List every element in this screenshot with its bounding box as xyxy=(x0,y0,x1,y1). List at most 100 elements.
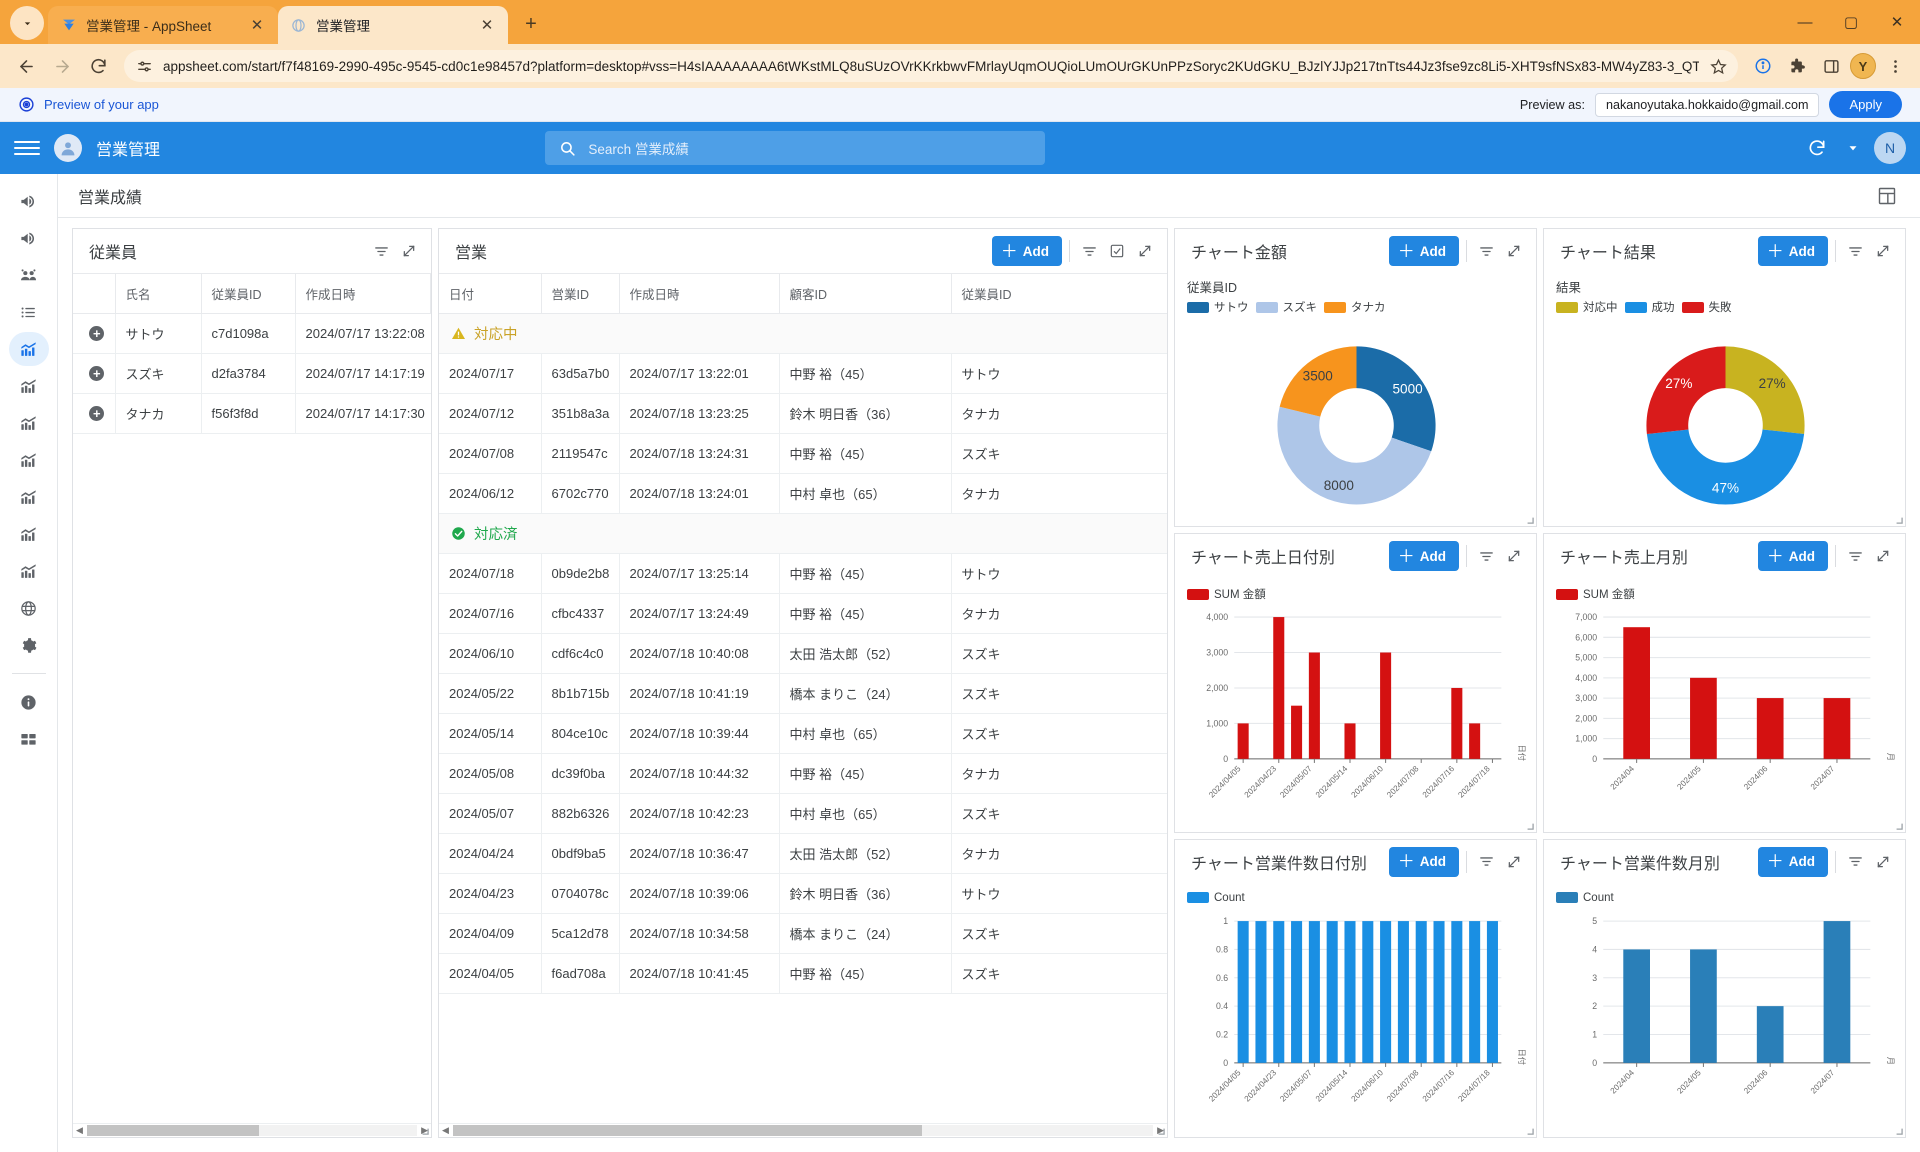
bar[interactable] xyxy=(1824,921,1851,1063)
table-row[interactable]: 2024/05/228b1b715b2024/07/18 10:41:19橋本 … xyxy=(439,674,1167,714)
rail-item-megaphone-icon[interactable] xyxy=(9,221,49,255)
rail-item-globe-icon[interactable] xyxy=(9,591,49,625)
rail-item-chart-icon[interactable] xyxy=(9,443,49,477)
table-row[interactable]: 2024/07/082119547c2024/07/18 13:24:31中野 … xyxy=(439,434,1167,474)
expand-icon[interactable] xyxy=(1133,239,1157,263)
chart-plot[interactable]: 00.20.40.60.812024/04/052024/04/232024/0… xyxy=(1187,906,1526,1131)
bar[interactable] xyxy=(1344,724,1355,759)
bar[interactable] xyxy=(1451,921,1462,1063)
chart-plot[interactable]: 01,0002,0003,0004,0005,0006,0007,0002024… xyxy=(1556,604,1895,825)
rail-item-list-icon[interactable] xyxy=(9,295,49,329)
bar[interactable] xyxy=(1238,921,1249,1063)
scroll-track[interactable] xyxy=(453,1125,1153,1136)
info-circle-icon[interactable] xyxy=(1748,51,1778,81)
expand-icon[interactable] xyxy=(1502,544,1526,568)
legend-item[interactable]: SUM 金額 xyxy=(1187,586,1266,602)
expand-icon[interactable] xyxy=(1502,850,1526,874)
apply-button[interactable]: Apply xyxy=(1829,91,1902,118)
legend-item[interactable]: スズキ xyxy=(1256,299,1318,315)
chart-plot[interactable]: 27%47%27% xyxy=(1556,317,1895,520)
scroll-track[interactable] xyxy=(87,1125,417,1136)
resize-handle[interactable] xyxy=(1892,513,1903,524)
rail-item-info-icon[interactable] xyxy=(9,685,49,719)
search-input[interactable]: Search 営業成績 xyxy=(545,131,1045,165)
legend-item[interactable]: SUM 金額 xyxy=(1556,586,1635,602)
table-row[interactable]: 2024/07/16cfbc43372024/07/17 13:24:49中野 … xyxy=(439,594,1167,634)
legend-item[interactable]: 対応中 xyxy=(1556,299,1618,315)
browser-tab-1[interactable]: 営業管理 - AppSheet ✕ xyxy=(48,6,278,44)
table-row[interactable]: 2024/04/05f6ad708a2024/07/18 10:41:45中野 … xyxy=(439,954,1167,994)
resize-handle[interactable] xyxy=(1523,819,1534,830)
rail-item-chart-icon[interactable] xyxy=(9,369,49,403)
bar[interactable] xyxy=(1451,688,1462,759)
filter-icon[interactable] xyxy=(1474,544,1498,568)
preview-email-field[interactable]: nakanoyutaka.hokkaido@gmail.com xyxy=(1595,93,1820,117)
add-button[interactable]: ＋Add xyxy=(1758,847,1828,877)
sidebar-toggle-icon[interactable] xyxy=(1816,51,1846,81)
table-row[interactable]: 2024/06/126702c7702024/07/18 13:24:01中村 … xyxy=(439,474,1167,514)
rail-item-chart-icon[interactable] xyxy=(9,517,49,551)
bar[interactable] xyxy=(1344,921,1355,1063)
filter-icon[interactable] xyxy=(369,239,393,263)
table-row[interactable]: 2024/07/1763d5a7b02024/07/17 13:22:01中野 … xyxy=(439,354,1167,394)
table-row[interactable]: 2024/04/240bdf9ba52024/07/18 10:36:47太田 … xyxy=(439,834,1167,874)
chart-plot[interactable]: 0123452024/042024/052024/062024/07月 xyxy=(1556,906,1895,1131)
table-row[interactable]: +スズキd2fa37842024/07/17 14:17:19 xyxy=(73,354,431,394)
expand-icon[interactable] xyxy=(397,239,421,263)
filter-icon[interactable] xyxy=(1474,850,1498,874)
tab-search-button[interactable] xyxy=(10,6,44,40)
plus-circle-icon[interactable]: + xyxy=(89,366,104,381)
table-row[interactable]: 2024/05/14804ce10c2024/07/18 10:39:44中村 … xyxy=(439,714,1167,754)
expand-icon[interactable] xyxy=(1871,239,1895,263)
address-bar[interactable]: appsheet.com/start/f7f48169-2990-495c-95… xyxy=(124,50,1738,82)
table-row[interactable]: 2024/07/180b9de2b82024/07/17 13:25:14中野 … xyxy=(439,554,1167,594)
add-button[interactable]: ＋Add xyxy=(1389,847,1459,877)
maximize-icon[interactable]: ▢ xyxy=(1828,0,1874,44)
resize-handle[interactable] xyxy=(1523,1124,1534,1135)
minimize-icon[interactable]: — xyxy=(1782,0,1828,44)
resize-handle[interactable] xyxy=(1892,819,1903,830)
rail-item-people-icon[interactable] xyxy=(9,258,49,292)
user-avatar[interactable]: N xyxy=(1874,132,1906,164)
expand-icon[interactable] xyxy=(1502,239,1526,263)
legend-item[interactable]: タナカ xyxy=(1324,299,1386,315)
filter-icon[interactable] xyxy=(1843,239,1867,263)
bar[interactable] xyxy=(1309,653,1320,759)
bar[interactable] xyxy=(1380,653,1391,759)
bar[interactable] xyxy=(1291,921,1302,1063)
chevron-down-icon[interactable] xyxy=(1838,133,1868,163)
bar[interactable] xyxy=(1291,706,1302,759)
resize-handle[interactable] xyxy=(418,1124,429,1135)
plus-circle-icon[interactable]: + xyxy=(89,326,104,341)
bar[interactable] xyxy=(1309,921,1320,1063)
bar[interactable] xyxy=(1469,921,1480,1063)
close-window-icon[interactable]: ✕ xyxy=(1874,0,1920,44)
profile-avatar[interactable]: Y xyxy=(1850,53,1876,79)
site-settings-icon[interactable] xyxy=(134,56,154,76)
filter-icon[interactable] xyxy=(1843,544,1867,568)
rail-item-chart-icon[interactable] xyxy=(9,406,49,440)
group-header-row[interactable]: 対応中 xyxy=(439,314,1167,354)
row-expand-cell[interactable]: + xyxy=(73,354,115,394)
employee-hscrollbar[interactable]: ◀ ▶ xyxy=(73,1123,431,1137)
table-row[interactable]: 2024/06/10cdf6c4c02024/07/18 10:40:08太田 … xyxy=(439,634,1167,674)
resize-handle[interactable] xyxy=(1892,1124,1903,1135)
star-icon[interactable] xyxy=(1708,56,1728,76)
expand-icon[interactable] xyxy=(1871,850,1895,874)
bar[interactable] xyxy=(1757,698,1784,759)
dashboard-grid-icon[interactable] xyxy=(1874,183,1900,209)
add-button[interactable]: ＋Add xyxy=(1389,236,1459,266)
add-button[interactable]: ＋Add xyxy=(1758,541,1828,571)
resize-handle[interactable] xyxy=(1523,513,1534,524)
rail-item-chart-icon[interactable] xyxy=(9,332,49,366)
forward-icon[interactable] xyxy=(46,50,78,82)
chart-plot[interactable]: 500080003500 xyxy=(1187,317,1526,520)
legend-item[interactable]: サトウ xyxy=(1187,299,1249,315)
scroll-left-icon[interactable]: ◀ xyxy=(76,1125,83,1136)
table-row[interactable]: 2024/05/07882b63262024/07/18 10:42:23中村 … xyxy=(439,794,1167,834)
legend-item[interactable]: Count xyxy=(1556,892,1614,904)
bar[interactable] xyxy=(1327,921,1338,1063)
bar[interactable] xyxy=(1623,949,1650,1062)
group-header-row[interactable]: 対応済 xyxy=(439,514,1167,554)
bar[interactable] xyxy=(1623,628,1650,760)
